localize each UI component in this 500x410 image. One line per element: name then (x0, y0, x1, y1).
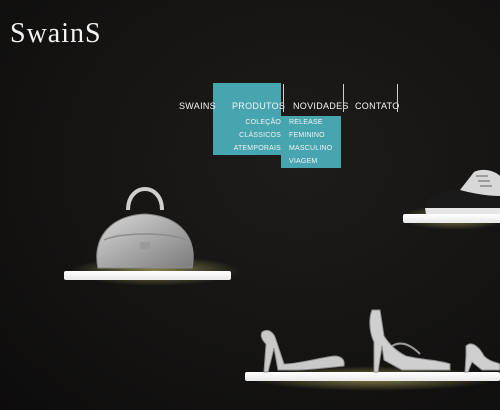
nav-item-contato[interactable]: CONTATO (355, 101, 400, 111)
page: { "brand": { "logo_text": "SwainS" }, "n… (0, 0, 500, 410)
heel-product-1[interactable] (258, 326, 346, 379)
dropdown-item-colecao[interactable]: COLEÇÃO (221, 116, 281, 129)
dropdown-item-release[interactable]: RELEASE (289, 116, 341, 129)
high-heel-icon (260, 329, 345, 373)
dropdown-item-classicos[interactable]: CLÁSSICOS (221, 129, 281, 142)
heel-product-3[interactable] (462, 340, 500, 379)
nav-divider (397, 84, 398, 112)
dropdown-produtos: COLEÇÃO CLÁSSICOS ATEMPORAIS (221, 116, 281, 155)
nav-item-produtos[interactable]: PRODUTOS (232, 101, 285, 111)
dropdown-item-atemporais[interactable]: ATEMPORAIS (221, 142, 281, 155)
sneaker-product[interactable] (422, 166, 500, 221)
high-heel-icon (464, 343, 500, 373)
dropdown-item-feminino[interactable]: FEMININO (289, 129, 341, 142)
nav-divider (343, 84, 344, 112)
nav-divider (283, 84, 284, 112)
handbag-icon (96, 187, 194, 269)
nav-item-swains[interactable]: SWAINS (179, 101, 216, 111)
shoe-icon (425, 169, 500, 214)
dropdown-item-viagem[interactable]: VIAGEM (289, 155, 341, 168)
heel-product-2[interactable] (362, 306, 454, 379)
main-nav: SWAINS PRODUTOS NOVIDADES CONTATO COLEÇÃ… (0, 0, 500, 180)
high-heel-icon (369, 309, 451, 373)
nav-item-novidades[interactable]: NOVIDADES (293, 101, 349, 111)
handbag-product[interactable] (90, 180, 200, 277)
dropdown-item-masculino[interactable]: MASCULINO (289, 142, 341, 155)
dropdown-novidades: RELEASE FEMININO MASCULINO VIAGEM (281, 116, 341, 168)
